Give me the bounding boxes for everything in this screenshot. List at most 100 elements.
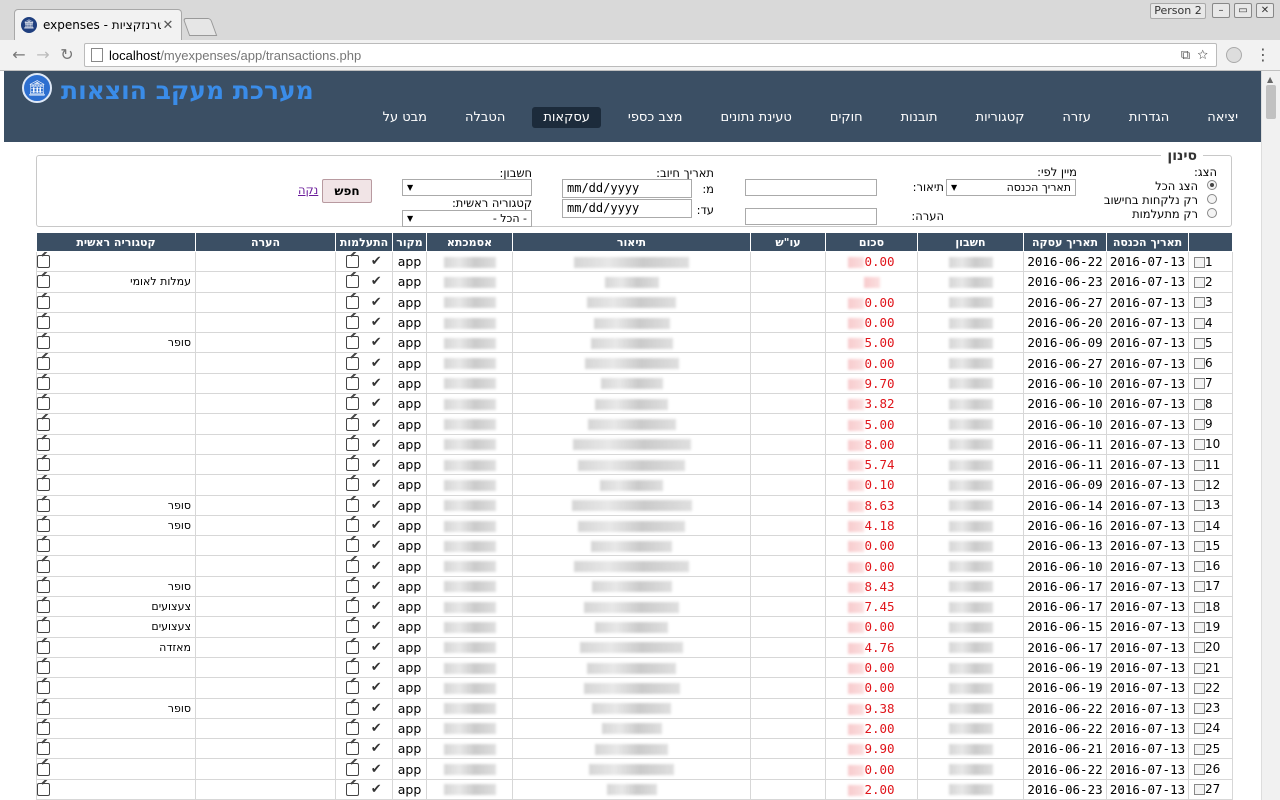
edit-icon[interactable] bbox=[37, 498, 50, 512]
radio-counted[interactable] bbox=[1207, 194, 1217, 204]
checkmark-icon[interactable]: ✔ bbox=[371, 376, 382, 391]
clear-link[interactable]: נקה bbox=[298, 183, 318, 197]
checkmark-icon[interactable]: ✔ bbox=[371, 640, 382, 655]
row-checkbox[interactable] bbox=[1194, 642, 1205, 654]
edit-icon[interactable] bbox=[37, 316, 50, 330]
table-row[interactable]: 13 2016-07-13 2016-06-14 8.63 app ✔ סופר bbox=[36, 494, 1233, 516]
main-category-select[interactable]: - הכל - ▼ bbox=[402, 210, 532, 227]
nav-item-10[interactable]: יציאה bbox=[1196, 107, 1249, 128]
column-header[interactable]: הערה bbox=[195, 232, 336, 252]
edit-icon[interactable] bbox=[37, 782, 50, 796]
menu-icon[interactable]: ⋮ bbox=[1255, 46, 1271, 64]
column-header[interactable]: תאריך עסקה bbox=[1023, 232, 1107, 252]
table-row[interactable]: 14 2016-07-13 2016-06-16 4.18 app ✔ סופר bbox=[36, 514, 1233, 537]
checkmark-icon[interactable]: ✔ bbox=[371, 762, 382, 777]
description-input[interactable] bbox=[745, 179, 877, 196]
table-row[interactable]: 23 2016-07-13 2016-06-22 9.38 app ✔ סופר bbox=[36, 697, 1233, 719]
date-to-input[interactable]: mm/dd/yyyy bbox=[562, 199, 692, 218]
edit-icon[interactable] bbox=[37, 661, 50, 675]
close-icon[interactable]: ✕ bbox=[161, 18, 175, 33]
edit-icon[interactable] bbox=[346, 519, 360, 532]
checkmark-icon[interactable]: ✔ bbox=[371, 477, 382, 492]
table-row[interactable]: 9 2016-07-13 2016-06-10 5.00 app ✔ bbox=[36, 413, 1233, 435]
row-checkbox[interactable] bbox=[1194, 601, 1205, 613]
bank-icon[interactable]: 🏛 bbox=[22, 73, 52, 103]
column-header[interactable] bbox=[1188, 232, 1233, 252]
table-row[interactable]: 4 2016-07-13 2016-06-20 0.00 app ✔ bbox=[36, 311, 1233, 334]
checkmark-icon[interactable]: ✔ bbox=[371, 295, 382, 310]
checkmark-icon[interactable]: ✔ bbox=[371, 518, 382, 533]
row-checkbox[interactable] bbox=[1194, 621, 1205, 633]
table-row[interactable]: 12 2016-07-13 2016-06-09 0.10 app ✔ bbox=[36, 474, 1233, 496]
checkmark-icon[interactable]: ✔ bbox=[371, 579, 382, 594]
edit-icon[interactable] bbox=[346, 681, 360, 695]
row-checkbox[interactable] bbox=[1194, 256, 1205, 268]
checkmark-icon[interactable]: ✔ bbox=[371, 417, 382, 432]
table-row[interactable]: 16 2016-07-13 2016-06-10 0.00 app ✔ bbox=[36, 555, 1233, 577]
nav-item-5[interactable]: חוקים bbox=[819, 107, 874, 128]
checkmark-icon[interactable]: ✔ bbox=[371, 335, 382, 350]
row-checkbox[interactable] bbox=[1194, 378, 1205, 390]
edit-icon[interactable] bbox=[346, 255, 360, 269]
edit-icon[interactable] bbox=[37, 579, 50, 593]
row-checkbox[interactable] bbox=[1194, 723, 1205, 735]
row-checkbox[interactable] bbox=[1194, 479, 1205, 491]
edit-icon[interactable] bbox=[346, 559, 360, 573]
profile-button[interactable]: Person 2 bbox=[1150, 3, 1206, 19]
edit-icon[interactable] bbox=[346, 316, 360, 330]
edit-icon[interactable] bbox=[346, 498, 360, 512]
row-checkbox[interactable] bbox=[1194, 581, 1205, 593]
edit-icon[interactable] bbox=[346, 620, 360, 634]
edit-icon[interactable] bbox=[346, 721, 360, 735]
table-row[interactable]: 17 2016-07-13 2016-06-17 8.43 app ✔ סופר bbox=[36, 575, 1233, 598]
row-checkbox[interactable] bbox=[1194, 682, 1205, 694]
edit-icon[interactable] bbox=[37, 255, 50, 269]
row-checkbox[interactable] bbox=[1194, 439, 1205, 451]
nav-item-1[interactable]: הטבלה bbox=[454, 107, 516, 128]
table-row[interactable]: 19 2016-07-13 2016-06-15 0.00 app ✔ צעצועים bbox=[36, 616, 1233, 638]
window-close-icon[interactable]: ✕ bbox=[1256, 3, 1274, 18]
column-header[interactable]: התעלמות bbox=[335, 232, 393, 252]
edit-icon[interactable] bbox=[37, 559, 50, 573]
row-checkbox[interactable] bbox=[1194, 317, 1205, 329]
table-row[interactable]: 27 2016-07-13 2016-06-23 2.00 app ✔ bbox=[36, 778, 1233, 800]
nav-item-2[interactable]: עסקאות bbox=[532, 107, 601, 128]
edit-icon[interactable] bbox=[346, 579, 360, 593]
scroll-thumb[interactable] bbox=[1266, 85, 1276, 119]
edit-icon[interactable] bbox=[37, 539, 50, 553]
edit-icon[interactable] bbox=[37, 620, 50, 634]
table-row[interactable]: 3 2016-07-13 2016-06-27 0.00 app ✔ bbox=[36, 291, 1233, 313]
row-checkbox[interactable] bbox=[1194, 561, 1205, 573]
browser-tab[interactable]: 🏛 expenses - טרנזקציות ✕ bbox=[14, 9, 182, 40]
minimize-icon[interactable]: – bbox=[1212, 3, 1230, 18]
edit-icon[interactable] bbox=[37, 681, 50, 695]
column-header[interactable]: חשבון bbox=[917, 232, 1024, 252]
checkmark-icon[interactable]: ✔ bbox=[371, 437, 382, 452]
forward-icon[interactable]: → bbox=[32, 44, 54, 66]
table-row[interactable]: 24 2016-07-13 2016-06-22 2.00 app ✔ bbox=[36, 717, 1233, 740]
edit-icon[interactable] bbox=[346, 437, 360, 451]
edit-icon[interactable] bbox=[37, 478, 50, 492]
column-header[interactable]: אסמכתא bbox=[426, 232, 513, 252]
column-header[interactable]: מקור bbox=[392, 232, 427, 252]
edit-icon[interactable] bbox=[346, 356, 360, 370]
edit-icon[interactable] bbox=[37, 336, 50, 350]
column-header[interactable]: תיאור bbox=[512, 232, 751, 252]
radio-ignored[interactable] bbox=[1207, 208, 1217, 218]
note-input[interactable] bbox=[745, 208, 877, 225]
row-checkbox[interactable] bbox=[1194, 520, 1205, 532]
edit-icon[interactable] bbox=[346, 600, 360, 614]
checkmark-icon[interactable]: ✔ bbox=[371, 315, 382, 330]
reload-icon[interactable]: ↻ bbox=[56, 44, 78, 66]
column-header[interactable]: סכום bbox=[825, 232, 918, 252]
new-tab-button[interactable] bbox=[182, 18, 218, 36]
row-checkbox[interactable] bbox=[1194, 419, 1205, 431]
edit-icon[interactable] bbox=[37, 640, 50, 654]
edit-icon[interactable] bbox=[346, 478, 360, 492]
nav-item-6[interactable]: תובנות bbox=[890, 107, 949, 128]
row-checkbox[interactable] bbox=[1194, 784, 1205, 796]
row-checkbox[interactable] bbox=[1194, 662, 1205, 674]
edit-icon[interactable] bbox=[346, 336, 360, 350]
scroll-up-icon[interactable]: ▲ bbox=[1267, 75, 1273, 84]
edit-icon[interactable] bbox=[37, 721, 50, 735]
